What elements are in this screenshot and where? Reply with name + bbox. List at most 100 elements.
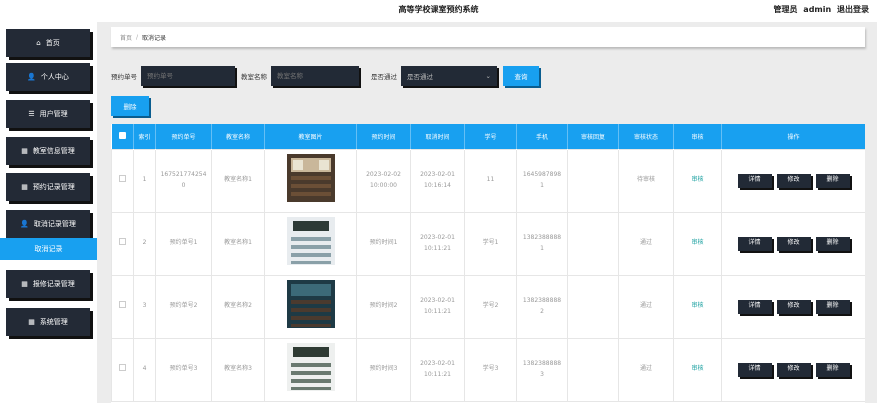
detail-button[interactable]: 详情: [737, 173, 772, 188]
user-role: 管理员: [773, 5, 798, 14]
cell-index: 2: [133, 211, 156, 276]
audit-link[interactable]: 审核: [691, 365, 703, 372]
cell-index: 4: [133, 337, 156, 402]
sidebar-item-home[interactable]: ⌂ 首页: [6, 29, 90, 57]
cell-room-image: [264, 211, 357, 276]
audit-link[interactable]: 审核: [691, 239, 703, 246]
breadcrumb-current: 取消记录: [142, 34, 167, 42]
column-header: 操作: [721, 124, 865, 149]
cell-cancel-time: 2023-02-01 10:11:21: [410, 274, 465, 339]
cell-booking-no: 预约单号1: [155, 211, 212, 276]
batch-delete-button[interactable]: 删除: [111, 96, 149, 116]
row-checkbox[interactable]: [119, 237, 126, 245]
row-actions: 详情 修改 删除: [722, 299, 865, 314]
cell-phone: 13823888883: [516, 337, 568, 402]
booking-no-input[interactable]: [141, 66, 235, 86]
user-icon: 👤: [27, 73, 36, 81]
cell-book-time: 预约时间2: [356, 274, 411, 339]
grid-icon: ▦: [21, 280, 28, 288]
row-checkbox[interactable]: [119, 174, 126, 182]
logout-link[interactable]: 退出登录: [837, 5, 869, 14]
column-header: 预约时间: [356, 124, 411, 149]
sidebar-item-system[interactable]: ▦ 系统管理: [6, 308, 90, 336]
column-header: 索引: [133, 124, 156, 149]
edit-button[interactable]: 修改: [776, 362, 811, 377]
delete-button[interactable]: 删除: [815, 299, 850, 314]
cell-index: 3: [133, 274, 156, 339]
cell-room-name: 教室名称1: [211, 148, 265, 213]
sidebar-item-label: 用户管理: [39, 110, 68, 118]
cell-reply: [567, 337, 619, 402]
column-header: 审核状态: [618, 124, 674, 149]
booking-no-label: 预约单号: [111, 73, 137, 81]
sidebar-subitem-cancel-records[interactable]: 取消记录: [0, 238, 97, 260]
audit-link[interactable]: 审核: [691, 302, 703, 309]
cell-book-time: 2023-02-02 10:00:00: [356, 148, 411, 213]
delete-button[interactable]: 删除: [815, 236, 850, 251]
sidebar-item-bookings[interactable]: ▦ 预约记录管理: [6, 173, 90, 201]
audit-link[interactable]: 审核: [691, 176, 703, 183]
cell-cancel-time: 2023-02-01 10:11:21: [410, 211, 465, 276]
delete-button[interactable]: 删除: [815, 362, 850, 377]
cell-index: 1: [133, 148, 156, 213]
row-actions: 详情 修改 删除: [722, 173, 865, 188]
room-name-input[interactable]: [271, 66, 359, 86]
cell-room-image: [264, 274, 357, 339]
cell-booking-no: 1675217742540: [155, 148, 212, 213]
sidebar-item-classroom[interactable]: ▦ 教室信息管理: [6, 137, 90, 165]
cell-status: 通过: [618, 274, 674, 339]
breadcrumb-home[interactable]: 首页: [120, 33, 132, 42]
sidebar-item-label: 报修记录管理: [32, 280, 75, 288]
records-table: 索引 预约单号 教室名称 教室图片 预约时间 取消时间 学号 手机 审核回复 审…: [111, 124, 865, 403]
classroom-image: [286, 154, 335, 203]
grid-icon: ▦: [21, 183, 28, 191]
passed-label: 是否通过: [371, 73, 397, 81]
top-bar: 高等学校课室预约系统 管理员 admin 退出登录: [0, 0, 877, 22]
row-checkbox[interactable]: [119, 300, 126, 308]
cell-student-no: 学号1: [464, 211, 517, 276]
cell-phone: 16459878981: [516, 148, 568, 213]
chevron-down-icon: ⌄: [485, 72, 491, 80]
cell-status: 通过: [618, 337, 674, 402]
breadcrumb-separator: /: [136, 33, 139, 41]
detail-button[interactable]: 详情: [737, 236, 772, 251]
table-row: 1 1675217742540 教室名称1 2023-02-02 10:00:0…: [111, 148, 865, 213]
column-header: 取消时间: [410, 124, 465, 149]
edit-button[interactable]: 修改: [776, 299, 811, 314]
row-actions: 详情 修改 删除: [722, 236, 865, 251]
cell-reply: [567, 274, 619, 339]
detail-button[interactable]: 详情: [737, 299, 772, 314]
sidebar-item-repairs[interactable]: ▦ 报修记录管理: [6, 270, 90, 298]
grid-icon: ▦: [21, 147, 28, 155]
sidebar-item-label: 首页: [45, 39, 60, 47]
classroom-image: [286, 280, 335, 329]
sidebar-item-profile[interactable]: 👤 个人中心: [6, 63, 90, 91]
column-header: 预约单号: [155, 124, 212, 149]
edit-button[interactable]: 修改: [776, 173, 811, 188]
passed-select[interactable]: 是否通过 ⌄: [401, 66, 497, 86]
select-all-checkbox[interactable]: [111, 124, 134, 149]
sidebar-item-label: 取消记录管理: [33, 220, 76, 228]
sidebar-item-users[interactable]: ☰ 用户管理: [6, 100, 90, 128]
table-row: 4 预约单号3 教室名称3 预约时间3 2023-02-01 10:11:21 …: [111, 337, 865, 402]
delete-button[interactable]: 删除: [815, 173, 850, 188]
column-header: 学号: [464, 124, 517, 149]
row-checkbox[interactable]: [119, 363, 126, 371]
table-row: 3 预约单号2 教室名称2 预约时间2 2023-02-01 10:11:21 …: [111, 274, 865, 339]
passed-select-value: 是否通过: [407, 73, 433, 81]
app-title: 高等学校课室预约系统: [398, 5, 479, 14]
sidebar-item-label: 预约记录管理: [32, 183, 75, 191]
sidebar-item-cancellations[interactable]: 👤 取消记录管理: [6, 210, 90, 238]
column-header: 手机: [516, 124, 568, 149]
column-header: 审核回复: [567, 124, 619, 149]
user-icon: 👤: [20, 220, 29, 228]
search-form: 预约单号 教室名称 是否通过 是否通过 ⌄ 查询: [111, 66, 539, 86]
query-button[interactable]: 查询: [503, 66, 539, 86]
detail-button[interactable]: 详情: [737, 362, 772, 377]
table-header-row: 索引 预约单号 教室名称 教室图片 预约时间 取消时间 学号 手机 审核回复 审…: [111, 124, 865, 149]
room-name-label: 教室名称: [241, 73, 267, 81]
edit-button[interactable]: 修改: [776, 236, 811, 251]
cell-student-no: 学号3: [464, 337, 517, 402]
column-header: 教室图片: [264, 124, 357, 149]
cell-phone: 13823888881: [516, 211, 568, 276]
